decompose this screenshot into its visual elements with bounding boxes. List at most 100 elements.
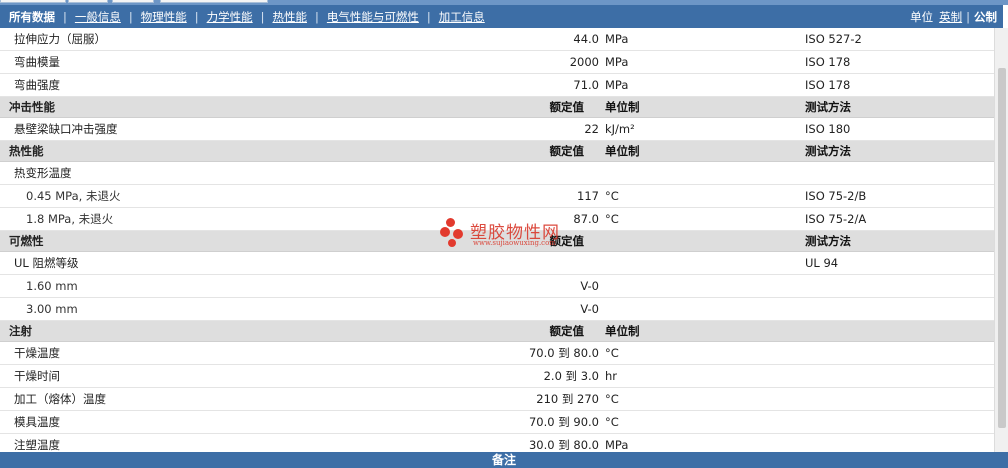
nav-thermal[interactable]: 热性能 — [273, 9, 308, 25]
property-unit: MPa — [605, 78, 629, 92]
property-name: 弯曲强度 — [14, 78, 60, 92]
table-row: 弯曲强度 71.0 MPa ISO 178 — [0, 74, 994, 97]
section-header-thermal: 热性能 额定值 单位制 测试方法 — [0, 141, 994, 162]
column-header-unit: 单位制 — [605, 324, 640, 338]
section-header-injection: 注射 额定值 单位制 — [0, 321, 994, 342]
logo-dot — [448, 239, 456, 247]
property-name: 模具温度 — [14, 415, 60, 429]
property-name: UL 阻燃等级 — [14, 256, 79, 270]
table-row: 悬壁梁缺口冲击强度 22 kJ/m² ISO 180 — [0, 118, 994, 141]
property-name: 拉伸应力（屈服） — [14, 32, 106, 46]
table-row: 0.45 MPa, 未退火 117 °C ISO 75-2/B — [0, 185, 994, 208]
property-name: 干燥时间 — [14, 369, 60, 383]
table-row: 3.00 mm V-0 — [0, 298, 994, 321]
nav-processing[interactable]: 加工信息 — [439, 9, 485, 25]
nav-mechanical[interactable]: 力学性能 — [207, 9, 253, 25]
table-row: 干燥温度 70.0 到 80.0 °C — [0, 342, 994, 365]
column-header-unit: 单位制 — [605, 100, 640, 114]
notes-label: 备注 — [491, 453, 516, 467]
property-value: 117 — [577, 189, 599, 203]
nav-separator: | — [128, 9, 133, 24]
nav-physical[interactable]: 物理性能 — [141, 9, 187, 25]
property-test-method: ISO 178 — [805, 78, 851, 92]
column-header-test-method: 测试方法 — [805, 234, 851, 248]
logo-dot — [446, 218, 455, 227]
property-name: 加工（熔体）温度 — [14, 392, 106, 406]
section-title: 注射 — [9, 324, 32, 338]
property-name: 悬壁梁缺口冲击强度 — [14, 122, 118, 136]
column-header-value: 额定值 — [549, 324, 585, 338]
property-test-method: ISO 527-2 — [805, 32, 862, 46]
property-name: 干燥温度 — [14, 346, 60, 360]
logo-dot — [453, 229, 463, 239]
watermark-url: www.sujiaowuxing.com — [473, 239, 556, 247]
table-row: 加工（熔体）温度 210 到 270 °C — [0, 388, 994, 411]
scrollbar-thumb[interactable] — [998, 68, 1006, 428]
property-value: 2.0 到 3.0 — [543, 369, 599, 383]
column-header-value: 额定值 — [549, 100, 585, 114]
property-name: 0.45 MPa, 未退火 — [26, 189, 121, 203]
property-name: 3.00 mm — [26, 302, 78, 316]
unit-label: 单位 — [910, 9, 934, 24]
tab-stub[interactable] — [68, 0, 108, 3]
property-value: 70.0 到 80.0 — [528, 346, 599, 360]
nav-general-info[interactable]: 一般信息 — [75, 9, 121, 25]
table-row: 热变形温度 — [0, 162, 994, 185]
property-unit: °C — [605, 415, 619, 429]
nav-electrical-flammability[interactable]: 电气性能与可燃性 — [327, 9, 419, 25]
property-test-method: ISO 180 — [805, 122, 851, 136]
property-unit: °C — [605, 346, 619, 360]
column-header-unit: 单位制 — [605, 144, 640, 158]
property-value: 71.0 — [573, 78, 599, 92]
table-row: 1.60 mm V-0 — [0, 275, 994, 298]
property-value: 70.0 到 90.0 — [528, 415, 599, 429]
section-title: 可燃性 — [9, 234, 44, 248]
nav-all-data[interactable]: 所有数据 — [9, 9, 55, 25]
vertical-scrollbar[interactable] — [994, 28, 1008, 453]
unit-imperial-link[interactable]: 英制 — [939, 9, 962, 25]
property-value: V-0 — [580, 279, 599, 293]
nav-separator: | — [63, 9, 67, 24]
property-value: 210 到 270 — [536, 392, 599, 406]
column-header-test-method: 测试方法 — [805, 100, 851, 114]
property-value: V-0 — [580, 302, 599, 316]
nav-separator: | — [426, 9, 431, 24]
property-test-method: ISO 75-2/A — [805, 212, 867, 226]
tab-stub[interactable] — [112, 0, 154, 3]
notes-bar[interactable]: 备注 — [0, 452, 1008, 468]
nav-separator: | — [194, 9, 199, 24]
section-header-impact: 冲击性能 额定值 单位制 测试方法 — [0, 97, 994, 118]
property-unit: hr — [605, 369, 618, 383]
table-row: 干燥时间 2.0 到 3.0 hr — [0, 365, 994, 388]
table-row: UL 阻燃等级 UL 94 — [0, 252, 994, 275]
unit-separator: | — [966, 9, 970, 24]
site-watermark: 塑胶物性网 www.sujiaowuxing.com — [440, 218, 580, 250]
property-unit: °C — [605, 212, 619, 226]
section-title: 热性能 — [9, 144, 44, 158]
property-name: 弯曲模量 — [14, 55, 60, 69]
tab-stub[interactable] — [160, 0, 268, 3]
section-title: 冲击性能 — [9, 100, 55, 114]
property-test-method: ISO 75-2/B — [805, 189, 867, 203]
property-name: 热变形温度 — [14, 166, 72, 180]
property-unit: °C — [605, 392, 619, 406]
unit-switch: 单位 英制 | 公制 — [910, 5, 997, 28]
property-name: 1.60 mm — [26, 279, 78, 293]
property-value: 2000 — [569, 55, 599, 69]
property-unit: kJ/m² — [605, 122, 635, 136]
column-header-test-method: 测试方法 — [805, 144, 851, 158]
nav-separator: | — [260, 9, 265, 24]
table-row: 模具温度 70.0 到 90.0 °C — [0, 411, 994, 434]
property-test-method: ISO 178 — [805, 55, 851, 69]
property-unit: MPa — [605, 32, 629, 46]
property-unit: MPa — [605, 55, 629, 69]
property-unit: °C — [605, 189, 619, 203]
property-value: 22 — [584, 122, 599, 136]
property-name: 1.8 MPa, 未退火 — [26, 212, 114, 226]
table-row: 弯曲模量 2000 MPa ISO 178 — [0, 51, 994, 74]
property-test-method: UL 94 — [805, 256, 839, 270]
table-row: 拉伸应力（屈服） 44.0 MPa ISO 527-2 — [0, 28, 994, 51]
tab-stub[interactable] — [0, 0, 66, 3]
unit-metric-link[interactable]: 公制 — [974, 9, 997, 25]
logo-dot — [440, 227, 450, 237]
